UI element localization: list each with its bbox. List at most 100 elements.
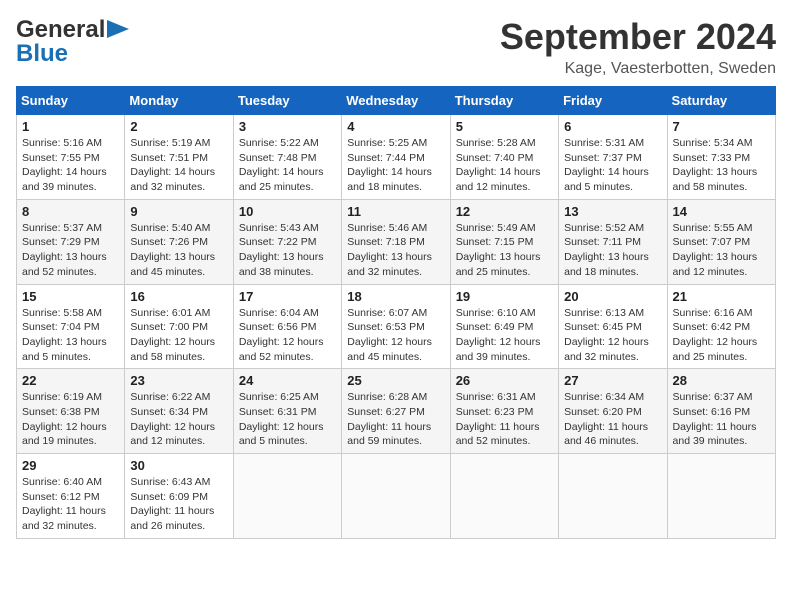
day-detail: Sunrise: 5:52 AMSunset: 7:11 PMDaylight:… — [564, 222, 649, 278]
calendar-week-1: 1Sunrise: 5:16 AMSunset: 7:55 PMDaylight… — [17, 115, 776, 200]
day-detail: Sunrise: 6:19 AMSunset: 6:38 PMDaylight:… — [22, 391, 107, 447]
calendar-cell: 19 Sunrise: 6:10 AMSunset: 6:49 PMDayligh… — [450, 284, 558, 369]
day-number: 2 — [130, 119, 227, 134]
calendar-cell: 24 Sunrise: 6:25 AMSunset: 6:31 PMDayligh… — [233, 369, 341, 454]
day-detail: Sunrise: 5:19 AMSunset: 7:51 PMDaylight:… — [130, 137, 215, 193]
day-detail: Sunrise: 5:31 AMSunset: 7:37 PMDaylight:… — [564, 137, 649, 193]
calendar-cell: 17 Sunrise: 6:04 AMSunset: 6:56 PMDayligh… — [233, 284, 341, 369]
calendar-header-tuesday: Tuesday — [233, 87, 341, 115]
day-number: 11 — [347, 204, 444, 219]
day-number: 28 — [673, 373, 770, 388]
day-detail: Sunrise: 6:07 AMSunset: 6:53 PMDaylight:… — [347, 307, 432, 363]
day-detail: Sunrise: 6:43 AMSunset: 6:09 PMDaylight:… — [130, 476, 214, 532]
day-detail: Sunrise: 5:49 AMSunset: 7:15 PMDaylight:… — [456, 222, 541, 278]
calendar-week-2: 8Sunrise: 5:37 AMSunset: 7:29 PMDaylight… — [17, 199, 776, 284]
calendar-table: SundayMondayTuesdayWednesdayThursdayFrid… — [16, 86, 776, 539]
day-number: 15 — [22, 289, 119, 304]
day-detail: Sunrise: 5:46 AMSunset: 7:18 PMDaylight:… — [347, 222, 432, 278]
calendar-cell: 20 Sunrise: 6:13 AMSunset: 6:45 PMDayligh… — [559, 284, 667, 369]
calendar-header-wednesday: Wednesday — [342, 87, 450, 115]
title-section: September 2024 Kage, Vaesterbotten, Swed… — [500, 16, 776, 78]
day-detail: Sunrise: 5:43 AMSunset: 7:22 PMDaylight:… — [239, 222, 324, 278]
day-detail: Sunrise: 6:01 AMSunset: 7:00 PMDaylight:… — [130, 307, 215, 363]
day-detail: Sunrise: 6:13 AMSunset: 6:45 PMDaylight:… — [564, 307, 649, 363]
day-detail: Sunrise: 6:37 AMSunset: 6:16 PMDaylight:… — [673, 391, 757, 447]
day-detail: Sunrise: 5:40 AMSunset: 7:26 PMDaylight:… — [130, 222, 215, 278]
calendar-cell: 22 Sunrise: 6:19 AMSunset: 6:38 PMDayligh… — [17, 369, 125, 454]
day-number: 24 — [239, 373, 336, 388]
day-number: 16 — [130, 289, 227, 304]
calendar-cell: 23 Sunrise: 6:22 AMSunset: 6:34 PMDayligh… — [125, 369, 233, 454]
calendar-cell: 1Sunrise: 5:16 AMSunset: 7:55 PMDaylight… — [17, 115, 125, 200]
month-title: September 2024 — [500, 16, 776, 58]
day-detail: Sunrise: 5:16 AMSunset: 7:55 PMDaylight:… — [22, 137, 107, 193]
calendar-header-thursday: Thursday — [450, 87, 558, 115]
calendar-week-3: 15 Sunrise: 5:58 AMSunset: 7:04 PMDayligh… — [17, 284, 776, 369]
day-detail: Sunrise: 6:10 AMSunset: 6:49 PMDaylight:… — [456, 307, 541, 363]
day-number: 7 — [673, 119, 770, 134]
day-number: 23 — [130, 373, 227, 388]
day-detail: Sunrise: 5:28 AMSunset: 7:40 PMDaylight:… — [456, 137, 541, 193]
logo-icon — [107, 20, 129, 38]
day-number: 26 — [456, 373, 553, 388]
day-detail: Sunrise: 6:16 AMSunset: 6:42 PMDaylight:… — [673, 307, 758, 363]
day-detail: Sunrise: 6:34 AMSunset: 6:20 PMDaylight:… — [564, 391, 648, 447]
day-number: 9 — [130, 204, 227, 219]
day-detail: Sunrise: 5:34 AMSunset: 7:33 PMDaylight:… — [673, 137, 758, 193]
day-number: 21 — [673, 289, 770, 304]
day-number: 20 — [564, 289, 661, 304]
day-detail: Sunrise: 6:25 AMSunset: 6:31 PMDaylight:… — [239, 391, 324, 447]
calendar-cell: 8Sunrise: 5:37 AMSunset: 7:29 PMDaylight… — [17, 199, 125, 284]
day-detail: Sunrise: 5:25 AMSunset: 7:44 PMDaylight:… — [347, 137, 432, 193]
day-number: 19 — [456, 289, 553, 304]
day-number: 8 — [22, 204, 119, 219]
calendar-cell: 18 Sunrise: 6:07 AMSunset: 6:53 PMDayligh… — [342, 284, 450, 369]
day-number: 13 — [564, 204, 661, 219]
calendar-cell: 28 Sunrise: 6:37 AMSunset: 6:16 PMDayligh… — [667, 369, 775, 454]
calendar-cell: 6 Sunrise: 5:31 AMSunset: 7:37 PMDaylight… — [559, 115, 667, 200]
day-detail: Sunrise: 6:04 AMSunset: 6:56 PMDaylight:… — [239, 307, 324, 363]
day-number: 5 — [456, 119, 553, 134]
calendar-header-saturday: Saturday — [667, 87, 775, 115]
day-detail: Sunrise: 6:28 AMSunset: 6:27 PMDaylight:… — [347, 391, 431, 447]
calendar-cell — [342, 454, 450, 539]
day-detail: Sunrise: 6:31 AMSunset: 6:23 PMDaylight:… — [456, 391, 540, 447]
calendar-cell: 30 Sunrise: 6:43 AMSunset: 6:09 PMDayligh… — [125, 454, 233, 539]
day-number: 6 — [564, 119, 661, 134]
calendar-cell: 26 Sunrise: 6:31 AMSunset: 6:23 PMDayligh… — [450, 369, 558, 454]
day-detail: Sunrise: 6:40 AMSunset: 6:12 PMDaylight:… — [22, 476, 106, 532]
day-number: 22 — [22, 373, 119, 388]
calendar-cell: 16 Sunrise: 6:01 AMSunset: 7:00 PMDayligh… — [125, 284, 233, 369]
day-number: 30 — [130, 458, 227, 473]
day-number: 17 — [239, 289, 336, 304]
day-detail: Sunrise: 5:58 AMSunset: 7:04 PMDaylight:… — [22, 307, 107, 363]
calendar-cell: 7 Sunrise: 5:34 AMSunset: 7:33 PMDaylight… — [667, 115, 775, 200]
day-number: 4 — [347, 119, 444, 134]
calendar-cell: 11 Sunrise: 5:46 AMSunset: 7:18 PMDayligh… — [342, 199, 450, 284]
day-number: 25 — [347, 373, 444, 388]
page-header: General Blue September 2024 Kage, Vaeste… — [16, 16, 776, 78]
calendar-cell: 5 Sunrise: 5:28 AMSunset: 7:40 PMDaylight… — [450, 115, 558, 200]
location: Kage, Vaesterbotten, Sweden — [500, 60, 776, 78]
calendar-cell — [450, 454, 558, 539]
day-number: 12 — [456, 204, 553, 219]
day-detail: Sunrise: 5:22 AMSunset: 7:48 PMDaylight:… — [239, 137, 324, 193]
day-number: 10 — [239, 204, 336, 219]
calendar-header-sunday: Sunday — [17, 87, 125, 115]
day-detail: Sunrise: 6:22 AMSunset: 6:34 PMDaylight:… — [130, 391, 215, 447]
calendar-cell: 21 Sunrise: 6:16 AMSunset: 6:42 PMDayligh… — [667, 284, 775, 369]
logo: General Blue — [16, 16, 129, 68]
calendar-cell: 10 Sunrise: 5:43 AMSunset: 7:22 PMDayligh… — [233, 199, 341, 284]
calendar-week-5: 29Sunrise: 6:40 AMSunset: 6:12 PMDayligh… — [17, 454, 776, 539]
day-number: 3 — [239, 119, 336, 134]
calendar-cell: 12 Sunrise: 5:49 AMSunset: 7:15 PMDayligh… — [450, 199, 558, 284]
calendar-cell: 9 Sunrise: 5:40 AMSunset: 7:26 PMDaylight… — [125, 199, 233, 284]
calendar-cell — [233, 454, 341, 539]
calendar-cell: 13 Sunrise: 5:52 AMSunset: 7:11 PMDayligh… — [559, 199, 667, 284]
calendar-cell: 25 Sunrise: 6:28 AMSunset: 6:27 PMDayligh… — [342, 369, 450, 454]
calendar-cell: 3 Sunrise: 5:22 AMSunset: 7:48 PMDaylight… — [233, 115, 341, 200]
logo-blue: Blue — [16, 40, 68, 68]
day-detail: Sunrise: 5:55 AMSunset: 7:07 PMDaylight:… — [673, 222, 758, 278]
day-number: 18 — [347, 289, 444, 304]
calendar-cell: 2 Sunrise: 5:19 AMSunset: 7:51 PMDaylight… — [125, 115, 233, 200]
